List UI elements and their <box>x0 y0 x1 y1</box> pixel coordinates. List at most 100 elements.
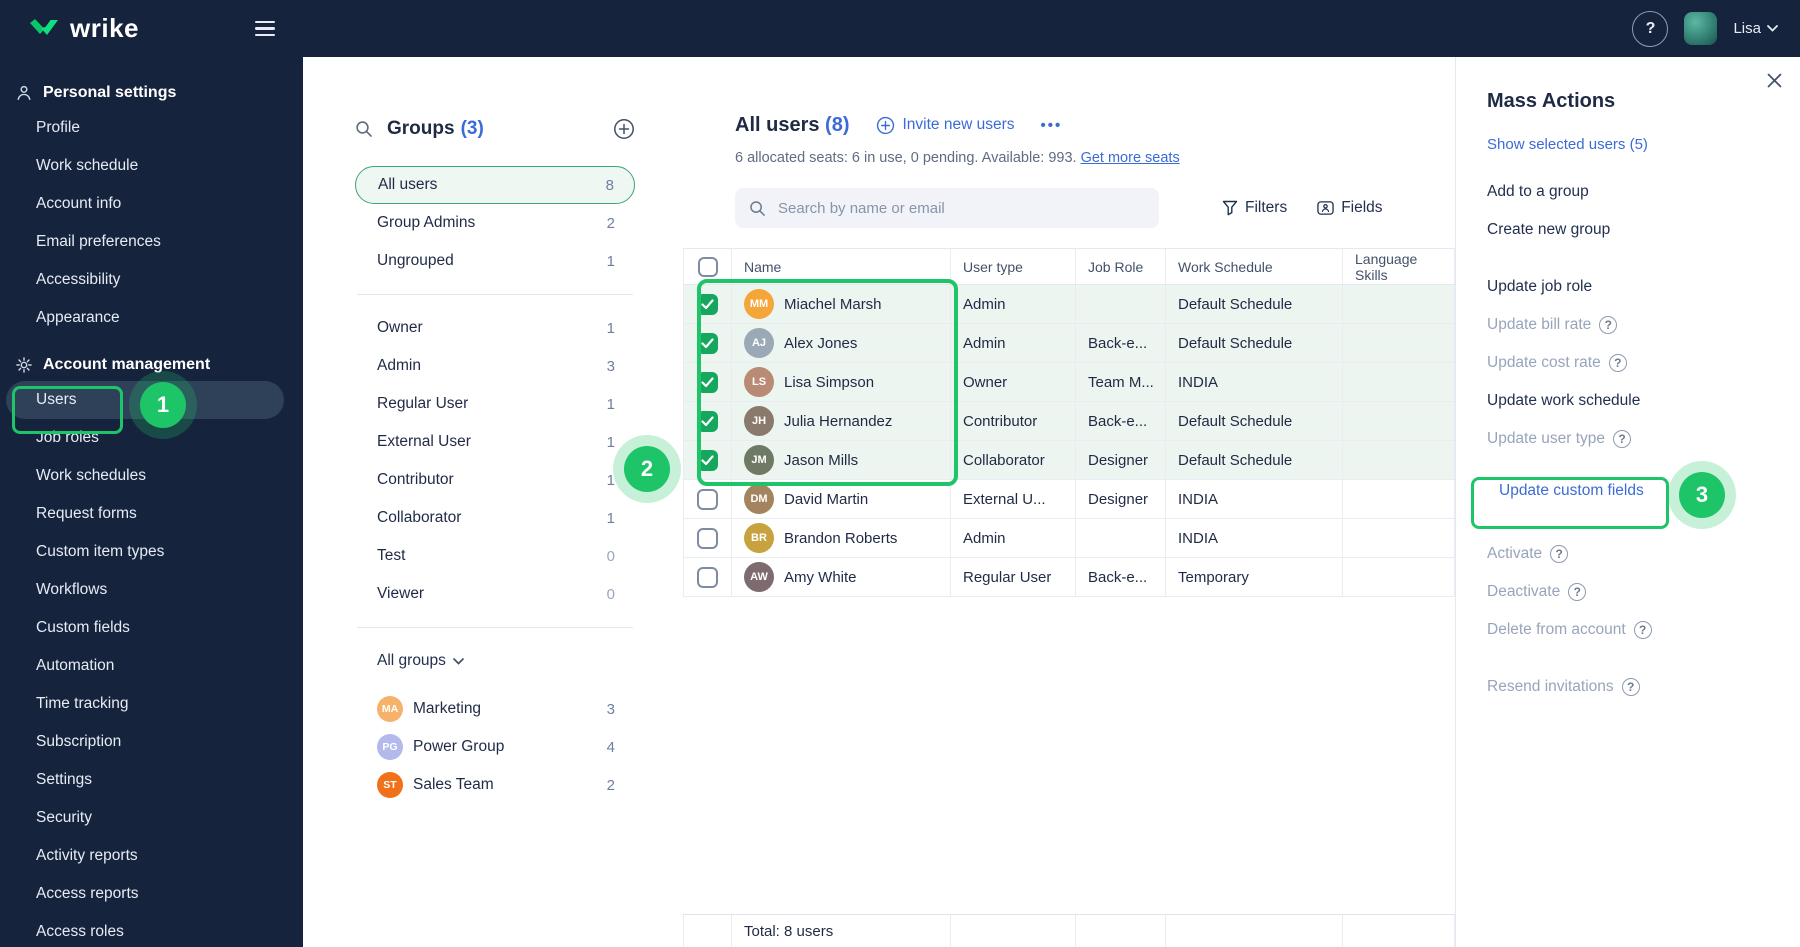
more-actions-button[interactable]: ••• <box>1041 117 1063 134</box>
users-count: (8) <box>825 113 850 136</box>
sidebar-item-custom-fields[interactable]: Custom fields <box>0 609 303 647</box>
mass-action-add-to-group[interactable]: Add to a group <box>1487 173 1780 211</box>
groups-header: Groups (3) <box>355 115 635 143</box>
mass-actions-title: Mass Actions <box>1487 90 1616 112</box>
group-count: 1 <box>606 471 615 489</box>
table-row-amy-white[interactable]: AW Amy White Regular User Back-e... Tempo… <box>684 558 1455 597</box>
sidebar-item-activity-reports[interactable]: Activity reports <box>0 837 303 875</box>
sidebar-item-time-tracking[interactable]: Time tracking <box>0 685 303 723</box>
group-row-power-group[interactable]: PG Power Group 4 <box>355 728 635 766</box>
mass-action-delete-from-account[interactable]: Delete from account? <box>1487 611 1780 649</box>
sidebar-item-work-schedule[interactable]: Work schedule <box>0 147 303 185</box>
sidebar-item-settings[interactable]: Settings <box>0 761 303 799</box>
sidebar-item-profile[interactable]: Profile <box>0 109 303 147</box>
sidebar-item-email-preferences[interactable]: Email preferences <box>0 223 303 261</box>
sidebar-item-subscription[interactable]: Subscription <box>0 723 303 761</box>
help-icon[interactable]: ? <box>1632 10 1669 47</box>
search-icon[interactable] <box>355 120 373 138</box>
wrike-logo[interactable]: wrike <box>28 13 139 44</box>
group-row-marketing[interactable]: MA Marketing 3 <box>355 690 635 728</box>
group-item-owner[interactable]: Owner 1 <box>355 309 635 347</box>
get-more-seats-link[interactable]: Get more seats <box>1081 150 1180 166</box>
user-type-cell: Owner <box>951 363 1076 401</box>
mass-action-activate[interactable]: Activate? <box>1487 535 1780 573</box>
table-row-lisa-simpson[interactable]: LS Lisa Simpson Owner Team M... INDIA <box>684 363 1455 402</box>
group-item-test[interactable]: Test 0 <box>355 537 635 575</box>
sidebar-item-automation[interactable]: Automation <box>0 647 303 685</box>
mass-action-update-user-type[interactable]: Update user type? <box>1487 420 1780 458</box>
action-label: Update user type <box>1487 430 1606 447</box>
user-type-cell: Regular User <box>951 558 1076 596</box>
checkbox-unchecked[interactable] <box>697 566 718 588</box>
select-all-checkbox[interactable] <box>697 256 718 277</box>
filters-button[interactable]: Filters <box>1222 199 1287 217</box>
sidebar-item-account-info[interactable]: Account info <box>0 185 303 223</box>
all-groups-toggle[interactable]: All groups <box>355 642 635 680</box>
search-input[interactable] <box>776 198 1145 218</box>
group-label: Ungrouped <box>377 252 454 269</box>
checkbox-checked[interactable] <box>697 410 718 432</box>
sidebar-item-access-reports[interactable]: Access reports <box>0 875 303 913</box>
checkbox-checked[interactable] <box>697 332 718 354</box>
group-item-ungrouped[interactable]: Ungrouped 1 <box>355 242 635 280</box>
users-table: Name User type Job Role Work Schedule La… <box>683 248 1455 597</box>
sidebar-item-custom-item-types[interactable]: Custom item types <box>0 533 303 571</box>
group-item-collaborator[interactable]: Collaborator 1 <box>355 499 635 537</box>
language-skills-cell <box>1343 363 1455 401</box>
column-header-job-role[interactable]: Job Role <box>1076 249 1166 284</box>
table-row-alex-jones[interactable]: AJ Alex Jones Admin Back-e... Default Sch… <box>684 324 1455 363</box>
group-item-all-users[interactable]: All users 8 <box>355 166 635 204</box>
group-item-contributor[interactable]: Contributor 1 <box>355 461 635 499</box>
hamburger-menu-icon[interactable] <box>251 17 279 41</box>
column-header-name[interactable]: Name <box>732 249 951 284</box>
sidebar-item-access-roles[interactable]: Access roles <box>0 913 303 947</box>
question-circle-icon: ? <box>1621 678 1640 696</box>
column-header-work-schedule[interactable]: Work Schedule <box>1166 249 1343 284</box>
group-item-viewer[interactable]: Viewer 0 <box>355 575 635 613</box>
column-header-language-skills[interactable]: Language Skills <box>1343 249 1455 284</box>
table-row-jason-mills[interactable]: JM Jason Mills Collaborator Designer Defa… <box>684 441 1455 480</box>
sidebar-item-users[interactable]: Users <box>6 381 284 419</box>
chevron-down-icon <box>453 657 464 665</box>
sidebar-item-security[interactable]: Security <box>0 799 303 837</box>
user-avatar[interactable] <box>1684 12 1718 45</box>
checkbox-unchecked[interactable] <box>697 527 718 549</box>
fields-button[interactable]: Fields <box>1317 199 1383 217</box>
mass-action-resend-invitations[interactable]: Resend invitations? <box>1487 668 1780 706</box>
checkbox-checked[interactable] <box>697 371 718 393</box>
group-row-sales-team[interactable]: ST Sales Team 2 <box>355 766 635 804</box>
column-header-user-type[interactable]: User type <box>951 249 1076 284</box>
add-group-icon[interactable] <box>613 118 635 140</box>
mass-action-update-job-role[interactable]: Update job role <box>1487 268 1780 306</box>
table-row-david-martin[interactable]: DM David Martin External U... Designer IN… <box>684 480 1455 519</box>
table-row-brandon-roberts[interactable]: BR Brandon Roberts Admin INDIA <box>684 519 1455 558</box>
mass-action-update-work-schedule[interactable]: Update work schedule <box>1487 382 1780 420</box>
mass-action-create-new-group[interactable]: Create new group <box>1487 211 1780 249</box>
sidebar-item-work-schedules[interactable]: Work schedules <box>0 457 303 495</box>
invite-new-users-button[interactable]: Invite new users <box>876 116 1015 135</box>
close-icon[interactable] <box>1763 69 1786 92</box>
user-menu[interactable]: Lisa <box>1733 20 1778 37</box>
sidebar-item-request-forms[interactable]: Request forms <box>0 495 303 533</box>
chevron-down-icon <box>1767 25 1778 32</box>
search-box[interactable] <box>735 188 1159 228</box>
mass-action-update-cost-rate[interactable]: Update cost rate? <box>1487 344 1780 382</box>
show-selected-users-link[interactable]: Show selected users (5) <box>1487 136 1780 153</box>
checkbox-checked[interactable] <box>697 449 718 471</box>
group-item-group-admins[interactable]: Group Admins 2 <box>355 204 635 242</box>
mass-action-deactivate[interactable]: Deactivate? <box>1487 573 1780 611</box>
mass-action-update-bill-rate[interactable]: Update bill rate? <box>1487 306 1780 344</box>
checkbox-unchecked[interactable] <box>697 488 718 510</box>
sidebar-item-appearance[interactable]: Appearance <box>0 299 303 337</box>
group-item-regular-user[interactable]: Regular User 1 <box>355 385 635 423</box>
sidebar-item-workflows[interactable]: Workflows <box>0 571 303 609</box>
mass-action-update-custom-fields[interactable]: Update custom fields <box>1487 472 1780 510</box>
groups-count: (3) <box>460 118 484 139</box>
group-item-admin[interactable]: Admin 3 <box>355 347 635 385</box>
sidebar-item-job-roles[interactable]: Job roles <box>0 419 303 457</box>
table-row-julia-hernandez[interactable]: JH Julia Hernandez Contributor Back-e... … <box>684 402 1455 441</box>
group-item-external-user[interactable]: External User 1 <box>355 423 635 461</box>
checkbox-checked[interactable] <box>697 293 718 315</box>
sidebar-item-accessibility[interactable]: Accessibility <box>0 261 303 299</box>
table-row-miachel-marsh[interactable]: MM Miachel Marsh Admin Default Schedule <box>684 285 1455 324</box>
